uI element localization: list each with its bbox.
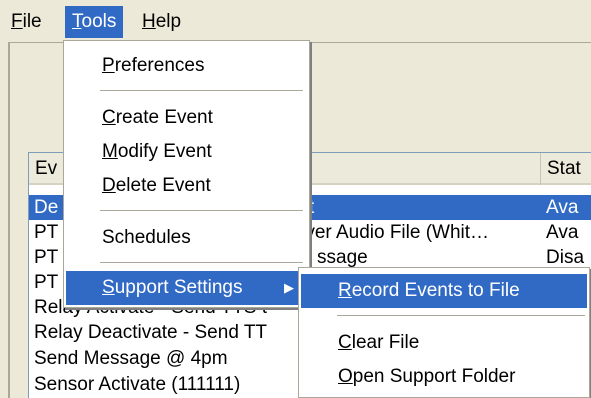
menu-item-open-support-folder-label: Open Support Folder	[338, 366, 516, 387]
menu-item-create-event[interactable]: Create Event	[66, 101, 307, 135]
menu-tools[interactable]: Tools	[65, 6, 124, 38]
menu-separator	[100, 210, 303, 212]
menu-item-support-settings[interactable]: Support Settings ▶	[66, 271, 307, 305]
menu-tools-label: Tools	[72, 11, 117, 32]
menu-item-delete-event[interactable]: Delete Event	[66, 169, 307, 203]
menu-item-preferences[interactable]: Preferences	[66, 49, 307, 83]
menu-item-create-event-label: Create Event	[102, 107, 213, 128]
menu-file[interactable]: File	[4, 6, 49, 38]
row-event-name-tail: rver Audio File (Whit…	[299, 222, 490, 243]
menu-separator	[100, 90, 303, 92]
menu-item-clear-file[interactable]: Clear File	[301, 326, 587, 360]
menu-item-modify-event[interactable]: Modify Event	[66, 135, 307, 169]
menu-item-schedules[interactable]: Schedules	[66, 221, 307, 255]
row-status: Ava	[546, 197, 579, 218]
support-settings-submenu: Record Events to File Clear File Open Su…	[298, 267, 590, 398]
menu-item-clear-file-label: Clear File	[338, 332, 420, 353]
row-event-name-tail: t	[309, 197, 315, 218]
menu-separator	[337, 315, 585, 317]
menu-bar: File Tools Help	[0, 0, 591, 42]
row-status: Ava	[546, 222, 579, 243]
menu-help[interactable]: Help	[135, 6, 188, 38]
menu-help-label: Help	[142, 11, 182, 32]
menu-item-record-events-label: Record Events to File	[338, 280, 520, 301]
column-header-status-label: Stat	[547, 158, 581, 179]
menu-item-modify-event-label: Modify Event	[102, 141, 212, 162]
column-header-status[interactable]: Stat	[541, 153, 591, 185]
menu-file-label: File	[11, 11, 42, 32]
menu-separator	[100, 262, 303, 264]
submenu-arrow-icon: ▶	[284, 280, 294, 295]
menu-item-preferences-label: Preferences	[102, 55, 205, 76]
menu-item-open-support-folder[interactable]: Open Support Folder	[301, 360, 587, 394]
menu-item-record-events[interactable]: Record Events to File	[301, 274, 587, 308]
tools-menu: Preferences Create Event Modify Event De…	[63, 40, 310, 308]
column-header-event-label: Ev	[35, 158, 58, 179]
menu-item-delete-event-label: Delete Event	[102, 175, 211, 196]
menu-item-schedules-label: Schedules	[102, 227, 191, 248]
menu-item-support-settings-label: Support Settings	[102, 277, 243, 298]
